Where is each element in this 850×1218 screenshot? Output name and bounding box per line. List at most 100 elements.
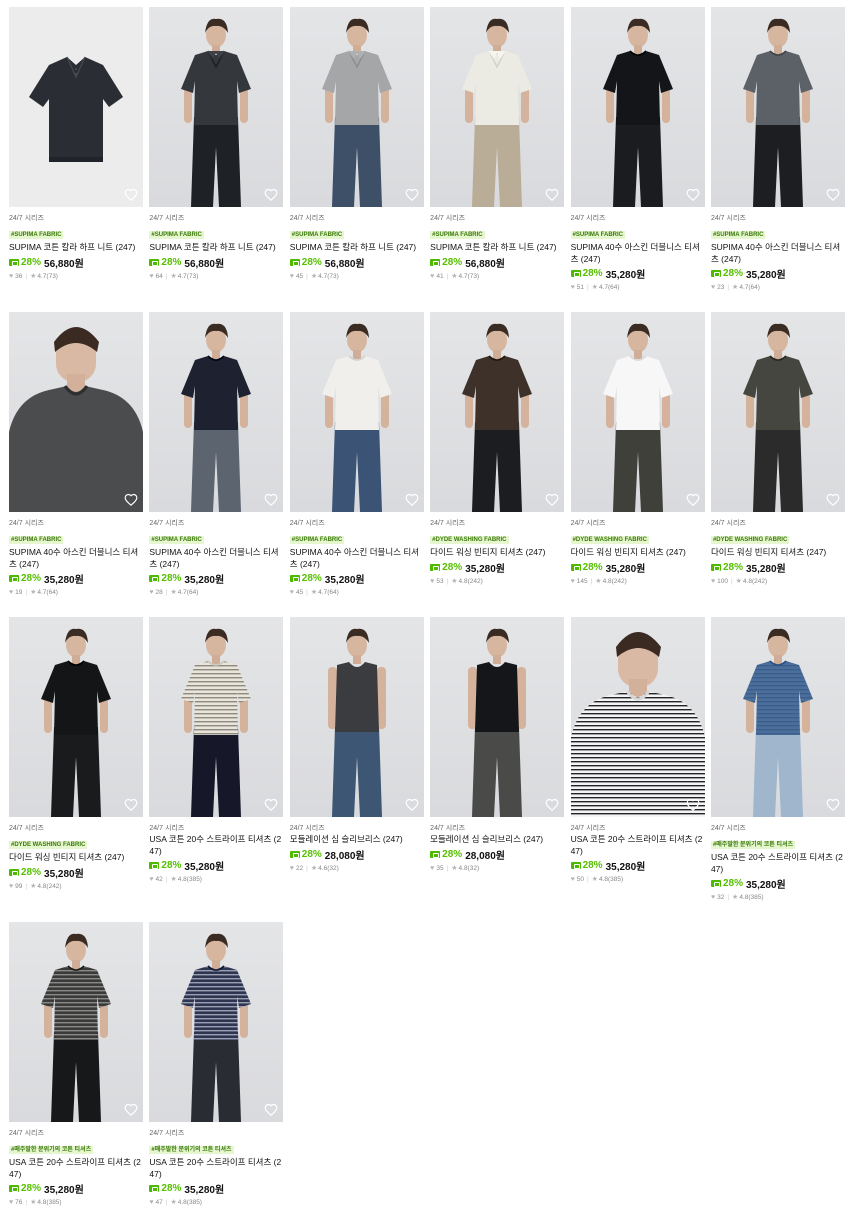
- product-series[interactable]: 24/7 시리즈: [290, 214, 424, 223]
- product-name[interactable]: SUPIMA 40수 아스킨 더블니스 티셔츠 (247): [711, 242, 845, 265]
- product-thumbnail[interactable]: [710, 7, 845, 207]
- product-card[interactable]: 24/7 시리즈 #매주발한 분위기의 코튼 티셔츠 USA 코튼 20수 스트라이…: [9, 922, 143, 1218]
- heart-outline-icon[interactable]: [124, 188, 138, 202]
- product-name[interactable]: SUPIMA 코튼 칼라 하프 니트 (247): [9, 242, 143, 254]
- product-name[interactable]: SUPIMA 코튼 칼라 하프 니트 (247): [149, 242, 283, 254]
- product-thumbnail[interactable]: [570, 312, 705, 512]
- product-thumbnail[interactable]: [430, 7, 565, 207]
- product-card[interactable]: 24/7 시리즈 USA 코튼 20수 스트라이프 티셔츠 (247) 28% 35,…: [149, 617, 284, 922]
- product-thumbnail[interactable]: [9, 7, 143, 207]
- heart-outline-icon[interactable]: [686, 798, 700, 812]
- product-thumbnail[interactable]: [149, 617, 284, 817]
- product-name[interactable]: SUPIMA 40수 아스킨 더블니스 티셔츠 (247): [290, 547, 424, 570]
- product-card[interactable]: 24/7 시리즈 #DYDE WASHING FABRIC 다이드 워싱 빈티지 티…: [9, 617, 143, 922]
- product-series[interactable]: 24/7 시리즈: [9, 1129, 143, 1138]
- product-series[interactable]: 24/7 시리즈: [571, 824, 705, 833]
- product-card[interactable]: 24/7 시리즈 #SUPIMA FABRIC SUPIMA 코튼 칼라 하프 니트…: [289, 7, 424, 312]
- product-card[interactable]: 24/7 시리즈 #SUPIMA FABRIC SUPIMA 40수 아스킨 더블니…: [570, 7, 705, 312]
- product-card[interactable]: 24/7 시리즈 #매주발한 분위기의 코튼 티셔츠 USA 코튼 20수 스트라이…: [710, 617, 845, 922]
- product-thumbnail[interactable]: [9, 617, 143, 817]
- product-card[interactable]: 24/7 시리즈 #SUPIMA FABRIC SUPIMA 40수 아스킨 더블니…: [9, 312, 143, 617]
- product-thumbnail[interactable]: [430, 617, 565, 817]
- product-card[interactable]: 24/7 시리즈 #SUPIMA FABRIC SUPIMA 코튼 칼라 하프 니트…: [9, 7, 143, 312]
- product-name[interactable]: 다이드 워싱 빈티지 티셔츠 (247): [430, 547, 564, 559]
- heart-outline-icon[interactable]: [124, 798, 138, 812]
- product-series[interactable]: 24/7 시리즈: [149, 214, 283, 223]
- product-name[interactable]: 모들레이션 심 슬리브리스 (247): [290, 834, 424, 846]
- product-thumbnail[interactable]: [289, 617, 424, 817]
- product-series[interactable]: 24/7 시리즈: [430, 824, 564, 833]
- heart-outline-icon[interactable]: [405, 188, 419, 202]
- product-series[interactable]: 24/7 시리즈: [149, 1129, 283, 1138]
- product-name[interactable]: SUPIMA 코튼 칼라 하프 니트 (247): [430, 242, 564, 254]
- heart-outline-icon[interactable]: [686, 188, 700, 202]
- product-card[interactable]: 24/7 시리즈 #DYDE WASHING FABRIC 다이드 워싱 빈티지 티…: [570, 312, 705, 617]
- product-series[interactable]: 24/7 시리즈: [9, 824, 143, 833]
- heart-outline-icon[interactable]: [826, 493, 840, 507]
- product-series[interactable]: 24/7 시리즈: [9, 519, 143, 528]
- heart-outline-icon[interactable]: [124, 1103, 138, 1117]
- product-thumbnail[interactable]: [9, 922, 143, 1122]
- heart-outline-icon[interactable]: [826, 188, 840, 202]
- product-name[interactable]: SUPIMA 코튼 칼라 하프 니트 (247): [290, 242, 424, 254]
- heart-outline-icon[interactable]: [124, 493, 138, 507]
- product-series[interactable]: 24/7 시리즈: [571, 214, 705, 223]
- product-card[interactable]: 24/7 시리즈 #SUPIMA FABRIC SUPIMA 코튼 칼라 하프 니트…: [430, 7, 565, 312]
- product-series[interactable]: 24/7 시리즈: [290, 824, 424, 833]
- heart-outline-icon[interactable]: [826, 798, 840, 812]
- heart-outline-icon[interactable]: [405, 493, 419, 507]
- product-series[interactable]: 24/7 시리즈: [149, 824, 283, 833]
- product-series[interactable]: 24/7 시리즈: [571, 519, 705, 528]
- product-card[interactable]: 24/7 시리즈 #DYDE WASHING FABRIC 다이드 워싱 빈티지 티…: [430, 312, 565, 617]
- product-thumbnail[interactable]: [570, 617, 705, 817]
- product-series[interactable]: 24/7 시리즈: [711, 824, 845, 833]
- product-card[interactable]: 24/7 시리즈 #SUPIMA FABRIC SUPIMA 코튼 칼라 하프 니트…: [149, 7, 284, 312]
- product-series[interactable]: 24/7 시리즈: [711, 519, 845, 528]
- product-name[interactable]: 다이드 워싱 빈티지 티셔츠 (247): [571, 547, 705, 559]
- product-thumbnail[interactable]: [149, 7, 284, 207]
- product-thumbnail[interactable]: [149, 922, 284, 1122]
- product-thumbnail[interactable]: [289, 312, 424, 512]
- product-thumbnail[interactable]: [149, 312, 284, 512]
- product-name[interactable]: USA 코튼 20수 스트라이프 티셔츠 (247): [571, 834, 705, 857]
- product-name[interactable]: USA 코튼 20수 스트라이프 티셔츠 (247): [9, 1157, 143, 1180]
- product-name[interactable]: USA 코튼 20수 스트라이프 티셔츠 (247): [149, 1157, 283, 1180]
- product-series[interactable]: 24/7 시리즈: [430, 214, 564, 223]
- product-name[interactable]: 다이드 워싱 빈티지 티셔츠 (247): [711, 547, 845, 559]
- product-thumbnail[interactable]: [710, 312, 845, 512]
- product-series[interactable]: 24/7 시리즈: [290, 519, 424, 528]
- product-name[interactable]: 다이드 워싱 빈티지 티셔츠 (247): [9, 852, 143, 864]
- product-name[interactable]: 모들레이션 심 슬리브리스 (247): [430, 834, 564, 846]
- product-thumbnail[interactable]: [570, 7, 705, 207]
- heart-outline-icon[interactable]: [264, 1103, 278, 1117]
- heart-outline-icon[interactable]: [264, 798, 278, 812]
- heart-outline-icon[interactable]: [686, 493, 700, 507]
- product-thumbnail[interactable]: [9, 312, 143, 512]
- product-card[interactable]: 24/7 시리즈 #매주발한 분위기의 코튼 티셔츠 USA 코튼 20수 스트라이…: [149, 922, 284, 1218]
- product-thumbnail[interactable]: [430, 312, 565, 512]
- product-name[interactable]: SUPIMA 40수 아스킨 더블니스 티셔츠 (247): [571, 242, 705, 265]
- product-card[interactable]: 24/7 시리즈 #SUPIMA FABRIC SUPIMA 40수 아스킨 더블니…: [710, 7, 845, 312]
- heart-outline-icon[interactable]: [264, 188, 278, 202]
- product-name[interactable]: SUPIMA 40수 아스킨 더블니스 티셔츠 (247): [9, 547, 143, 570]
- product-thumbnail[interactable]: [289, 7, 424, 207]
- heart-outline-icon[interactable]: [545, 188, 559, 202]
- product-card[interactable]: 24/7 시리즈 모들레이션 심 슬리브리스 (247) 28% 28,080원 ♥ 35…: [430, 617, 565, 922]
- product-name[interactable]: SUPIMA 40수 아스킨 더블니스 티셔츠 (247): [149, 547, 283, 570]
- product-name[interactable]: USA 코튼 20수 스트라이프 티셔츠 (247): [149, 834, 283, 857]
- product-card[interactable]: 24/7 시리즈 #SUPIMA FABRIC SUPIMA 40수 아스킨 더블니…: [289, 312, 424, 617]
- heart-outline-icon[interactable]: [405, 798, 419, 812]
- product-series[interactable]: 24/7 시리즈: [430, 519, 564, 528]
- product-card[interactable]: 24/7 시리즈 #SUPIMA FABRIC SUPIMA 40수 아스킨 더블니…: [149, 312, 284, 617]
- heart-outline-icon[interactable]: [545, 493, 559, 507]
- product-series[interactable]: 24/7 시리즈: [9, 214, 143, 223]
- product-series[interactable]: 24/7 시리즈: [149, 519, 283, 528]
- product-card[interactable]: 24/7 시리즈 모들레이션 심 슬리브리스 (247) 28% 28,080원 ♥ 22…: [289, 617, 424, 922]
- product-thumbnail[interactable]: [710, 617, 845, 817]
- product-series[interactable]: 24/7 시리즈: [711, 214, 845, 223]
- heart-outline-icon[interactable]: [264, 493, 278, 507]
- product-card[interactable]: 24/7 시리즈 #DYDE WASHING FABRIC 다이드 워싱 빈티지 티…: [710, 312, 845, 617]
- heart-outline-icon[interactable]: [545, 798, 559, 812]
- product-card[interactable]: 24/7 시리즈 USA 코튼 20수 스트라이프 티셔츠 (247) 28% 35,…: [570, 617, 705, 922]
- product-name[interactable]: USA 코튼 20수 스트라이프 티셔츠 (247): [711, 852, 845, 875]
